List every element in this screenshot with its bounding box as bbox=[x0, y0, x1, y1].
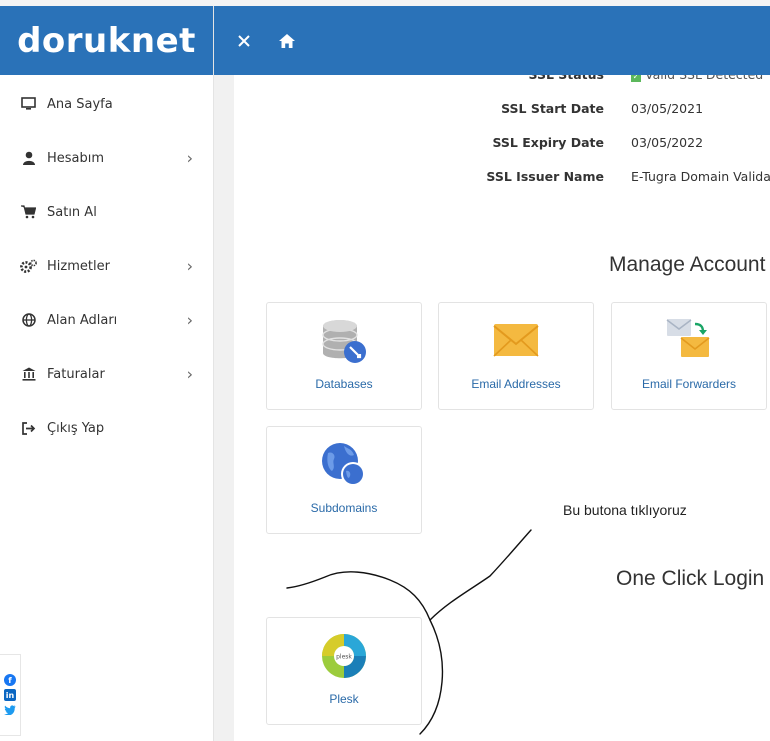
ssl-start-value: 03/05/2021 bbox=[631, 101, 704, 116]
plesk-label: Plesk bbox=[329, 692, 359, 706]
sidebar-item-label: Hesabım bbox=[47, 150, 105, 166]
sidebar-item-hizmetler[interactable]: Hizmetler › bbox=[0, 239, 213, 293]
subdomains-label: Subdomains bbox=[310, 501, 378, 515]
database-icon bbox=[320, 317, 368, 365]
ssl-start-row: SSL Start Date 03/05/2021 bbox=[214, 101, 770, 121]
ssl-issuer-row: SSL Issuer Name E-Tugra Domain Validat bbox=[214, 169, 770, 189]
sidebar-item-label: Çıkış Yap bbox=[47, 420, 105, 436]
sidebar-item-alan-adlari[interactable]: Alan Adları › bbox=[0, 293, 213, 347]
chevron-right-icon: › bbox=[186, 256, 193, 276]
sidebar: doruknet Ana Sayfa Hesabım › Satın Al Hi… bbox=[0, 6, 214, 741]
annotation-text: Bu butona tıklıyoruz bbox=[563, 502, 687, 518]
sidebar-item-ana-sayfa[interactable]: Ana Sayfa bbox=[0, 77, 213, 131]
cart-icon bbox=[20, 204, 37, 221]
sidebar-item-label: Alan Adları bbox=[47, 312, 118, 328]
ssl-issuer-value: E-Tugra Domain Validat bbox=[631, 169, 770, 184]
globe-icon bbox=[20, 312, 37, 329]
home-button[interactable] bbox=[274, 28, 300, 54]
sidebar-item-cikis-yap[interactable]: Çıkış Yap bbox=[0, 401, 213, 455]
databases-card[interactable]: Databases bbox=[266, 302, 422, 410]
facebook-icon[interactable]: f bbox=[4, 674, 16, 686]
email-forwarders-label: Email Forwarders bbox=[641, 377, 737, 391]
ssl-start-label: SSL Start Date bbox=[501, 101, 604, 116]
bank-icon bbox=[20, 366, 37, 383]
chevron-right-icon: › bbox=[186, 310, 193, 330]
ssl-expiry-label: SSL Expiry Date bbox=[492, 135, 604, 150]
linkedin-icon[interactable]: in bbox=[4, 689, 16, 701]
email-addresses-label: Email Addresses bbox=[471, 377, 561, 391]
envelope-icon bbox=[492, 317, 540, 365]
sidebar-item-satin-al[interactable]: Satın Al bbox=[0, 185, 213, 239]
sign-out-icon bbox=[20, 420, 37, 437]
ssl-issuer-label: SSL Issuer Name bbox=[486, 169, 604, 184]
header-overlay bbox=[214, 6, 770, 75]
plesk-card[interactable]: plesk Plesk bbox=[266, 617, 422, 725]
chevron-right-icon: › bbox=[186, 364, 193, 384]
sidebar-menu: Ana Sayfa Hesabım › Satın Al Hizmetler › bbox=[0, 77, 213, 455]
user-icon bbox=[20, 150, 37, 167]
ssl-expiry-value: 03/05/2022 bbox=[631, 135, 704, 150]
doruknet-logo[interactable]: doruknet bbox=[17, 21, 196, 61]
close-button[interactable] bbox=[231, 28, 257, 54]
sidebar-item-faturalar[interactable]: Faturalar › bbox=[0, 347, 213, 401]
gears-icon bbox=[20, 258, 37, 275]
twitter-icon[interactable] bbox=[4, 704, 16, 716]
main-content: SSL Status ✓Valid SSL Detected SSL Start… bbox=[214, 67, 770, 741]
globe-subdomain-icon bbox=[320, 441, 368, 489]
email-forwarders-card[interactable]: Email Forwarders bbox=[611, 302, 767, 410]
sidebar-item-label: Hizmetler bbox=[47, 258, 110, 274]
social-links: f in bbox=[0, 654, 21, 736]
logo-bar: doruknet bbox=[0, 6, 213, 75]
chevron-right-icon: › bbox=[186, 148, 193, 168]
svg-text:plesk: plesk bbox=[336, 654, 352, 661]
sidebar-item-label: Faturalar bbox=[47, 366, 105, 382]
subdomains-card[interactable]: Subdomains bbox=[266, 426, 422, 534]
email-addresses-card[interactable]: Email Addresses bbox=[438, 302, 594, 410]
sidebar-item-label: Satın Al bbox=[47, 204, 97, 220]
monitor-icon bbox=[20, 96, 37, 113]
sidebar-item-label: Ana Sayfa bbox=[47, 96, 113, 112]
sidebar-item-hesabim[interactable]: Hesabım › bbox=[0, 131, 213, 185]
plesk-icon: plesk bbox=[320, 632, 368, 680]
one-click-login-title: One Click Login bbox=[616, 567, 765, 590]
manage-account-title: Manage Account bbox=[609, 253, 766, 276]
email-forward-icon bbox=[665, 317, 713, 365]
ssl-expiry-row: SSL Expiry Date 03/05/2022 bbox=[214, 135, 770, 155]
databases-label: Databases bbox=[315, 377, 373, 391]
